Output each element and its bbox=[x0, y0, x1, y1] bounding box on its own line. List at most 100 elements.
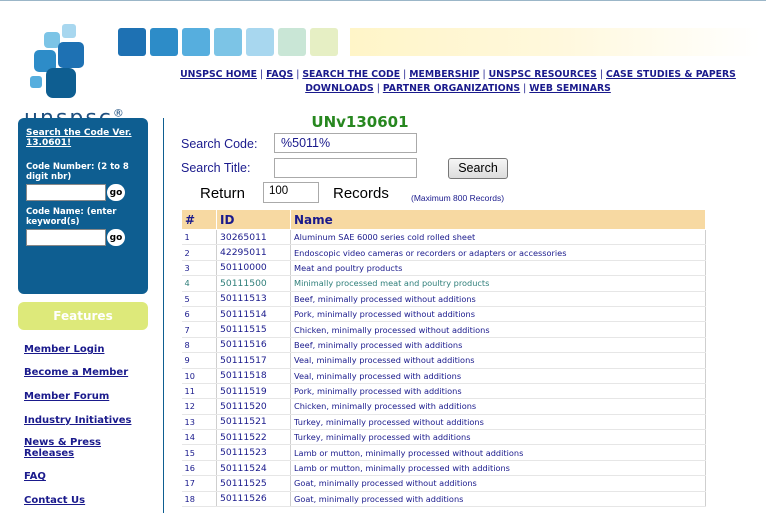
nav-separator: | bbox=[296, 69, 300, 80]
table-row[interactable]: 12 50111520 Chicken, minimally processed w… bbox=[181, 398, 706, 415]
nav-partner-organizations[interactable]: PARTNER ORGANIZATIONS bbox=[383, 83, 520, 94]
code-number-row: go bbox=[26, 184, 148, 201]
sidebar-link-news-press[interactable]: News & Press Releases bbox=[24, 437, 104, 459]
table-row[interactable]: 15 50111523 Lamb or mutton, minimally proc… bbox=[181, 444, 706, 461]
table-row[interactable]: 5 50111513 Beef, minimally processed witho… bbox=[181, 291, 706, 307]
row-code-id: 50111525 bbox=[216, 475, 291, 492]
max-records-note: (Maximum 800 Records) bbox=[411, 193, 505, 203]
nav-search-the-code[interactable]: SEARCH THE CODE bbox=[302, 69, 400, 80]
search-code-input[interactable]: %5011% bbox=[274, 133, 417, 153]
table-header-row: # ID Name bbox=[181, 209, 706, 230]
code-name-row: go bbox=[26, 229, 148, 246]
row-name: Beef, minimally processed without additi… bbox=[290, 291, 706, 307]
row-code-id: 50111513 bbox=[216, 291, 291, 307]
row-name: Aluminum SAE 6000 series cold rolled she… bbox=[290, 229, 706, 246]
row-number: 4 bbox=[181, 275, 217, 292]
search-button[interactable]: Search bbox=[448, 158, 508, 179]
table-row[interactable]: 4 50111500 Minimally processed meat and po… bbox=[181, 275, 706, 292]
row-code-id: 50111526 bbox=[216, 491, 291, 508]
row-name: Turkey, minimally processed with additio… bbox=[290, 429, 706, 446]
row-code-id: 50111522 bbox=[216, 429, 291, 446]
row-name: Minimally processed meat and poultry pro… bbox=[290, 275, 706, 292]
sidebar-search-box: Search the Code Ver. 13.0601! Code Numbe… bbox=[18, 118, 148, 294]
nav-unspsc-resources[interactable]: UNSPSC RESOURCES bbox=[489, 69, 597, 80]
code-number-input[interactable] bbox=[26, 184, 106, 201]
nav-downloads[interactable]: DOWNLOADS bbox=[305, 83, 374, 94]
nav-membership[interactable]: MEMBERSHIP bbox=[409, 69, 479, 80]
row-name: Meat and poultry products bbox=[290, 260, 706, 277]
table-row[interactable]: 7 50111515 Chicken, minimally processed wi… bbox=[181, 321, 706, 338]
records-label: Records bbox=[333, 185, 389, 202]
topnav-row-1: UNSPSC HOME | FAQS | SEARCH THE CODE | MEMBERS… bbox=[155, 68, 761, 82]
header-color-squares bbox=[118, 28, 342, 60]
table-row[interactable]: 18 50111526 Goat, minimally processed with… bbox=[181, 491, 706, 508]
row-code-id: 42295011 bbox=[216, 244, 291, 261]
sidebar-link-contact-us[interactable]: Contact Us bbox=[24, 495, 144, 506]
table-row[interactable]: 2 42295011 Endoscopic video cameras or rec… bbox=[181, 244, 706, 261]
row-number: 18 bbox=[181, 491, 217, 508]
col-header-id: ID bbox=[216, 209, 291, 230]
search-the-code-link[interactable]: Search the Code Ver. 13.0601! bbox=[26, 128, 148, 148]
row-code-id: 50110000 bbox=[216, 260, 291, 277]
row-number: 14 bbox=[181, 429, 217, 446]
table-row[interactable]: 17 50111525 Goat, minimally processed with… bbox=[181, 475, 706, 492]
nav-web-seminars[interactable]: WEB SEMINARS bbox=[529, 83, 611, 94]
row-name: Lamb or mutton, minimally processed with… bbox=[290, 460, 706, 477]
row-number: 10 bbox=[181, 368, 217, 384]
table-row[interactable]: 10 50111518 Veal, minimally processed with… bbox=[181, 368, 706, 384]
nav-unspsc-home[interactable]: UNSPSC HOME bbox=[180, 69, 257, 80]
table-row[interactable]: 1 30265011 Aluminum SAE 6000 series cold r… bbox=[181, 229, 706, 246]
row-name: Chicken, minimally processed with additi… bbox=[290, 398, 706, 415]
table-row[interactable]: 3 50110000 Meat and poultry products bbox=[181, 260, 706, 277]
row-number: 17 bbox=[181, 475, 217, 492]
row-code-id: 50111515 bbox=[216, 321, 291, 338]
top-border bbox=[0, 0, 766, 9]
row-number: 3 bbox=[181, 260, 217, 277]
header-fade-bar bbox=[350, 28, 760, 56]
table-row[interactable]: 9 50111517 Veal, minimally processed witho… bbox=[181, 352, 706, 369]
table-row[interactable]: 6 50111514 Pork, minimally processed witho… bbox=[181, 306, 706, 323]
row-code-id: 50111514 bbox=[216, 306, 291, 323]
sidebar-link-industry-initiatives[interactable]: Industry Initiatives bbox=[24, 415, 144, 426]
return-count-input[interactable]: 100 bbox=[263, 182, 319, 203]
nav-faqs[interactable]: FAQS bbox=[266, 69, 293, 80]
search-code-label: Search Code: bbox=[181, 137, 258, 151]
row-number: 13 bbox=[181, 414, 217, 431]
version-title: UNv130601 bbox=[311, 113, 409, 131]
sidebar-link-become-member[interactable]: Become a Member bbox=[24, 367, 144, 378]
row-code-id: 50111518 bbox=[216, 368, 291, 384]
nav-separator: | bbox=[523, 83, 527, 94]
col-header-number: # bbox=[181, 209, 217, 230]
row-name: Veal, minimally processed without additi… bbox=[290, 352, 706, 369]
search-title-input[interactable] bbox=[274, 158, 417, 178]
table-row[interactable]: 11 50111519 Pork, minimally processed with… bbox=[181, 383, 706, 400]
row-name: Turkey, minimally processed without addi… bbox=[290, 414, 706, 431]
table-row[interactable]: 16 50111524 Lamb or mutton, minimally proc… bbox=[181, 460, 706, 477]
search-title-label: Search Title: bbox=[181, 161, 251, 175]
row-code-id: 50111517 bbox=[216, 352, 291, 369]
return-label: Return bbox=[200, 185, 246, 202]
sidebar-divider bbox=[163, 118, 164, 513]
row-name: Pork, minimally processed with additions bbox=[290, 383, 706, 400]
row-number: 5 bbox=[181, 291, 217, 307]
table-row[interactable]: 13 50111521 Turkey, minimally processed wi… bbox=[181, 414, 706, 431]
row-name: Veal, minimally processed with additions bbox=[290, 368, 706, 384]
row-number: 2 bbox=[181, 244, 217, 261]
row-number: 12 bbox=[181, 398, 217, 415]
row-number: 8 bbox=[181, 337, 217, 354]
row-code-id: 50111521 bbox=[216, 414, 291, 431]
row-number: 1 bbox=[181, 229, 217, 246]
row-code-id: 50111523 bbox=[216, 444, 291, 461]
table-row[interactable]: 14 50111522 Turkey, minimally processed wi… bbox=[181, 429, 706, 446]
table-row[interactable]: 8 50111516 Beef, minimally processed with … bbox=[181, 337, 706, 354]
nav-separator: | bbox=[260, 69, 264, 80]
nav-case-studies[interactable]: CASE STUDIES & PAPERS bbox=[606, 69, 736, 80]
sidebar-link-faq[interactable]: FAQ bbox=[24, 471, 144, 482]
code-name-go-button[interactable]: go bbox=[107, 229, 125, 246]
sidebar-link-member-forum[interactable]: Member Forum bbox=[24, 391, 144, 402]
top-navigation: UNSPSC HOME | FAQS | SEARCH THE CODE | MEMBERS… bbox=[155, 68, 761, 96]
row-name: Beef, minimally processed with additions bbox=[290, 337, 706, 354]
sidebar-link-member-login[interactable]: Member Login bbox=[24, 344, 144, 355]
code-name-input[interactable] bbox=[26, 229, 106, 246]
code-number-go-button[interactable]: go bbox=[107, 184, 125, 201]
